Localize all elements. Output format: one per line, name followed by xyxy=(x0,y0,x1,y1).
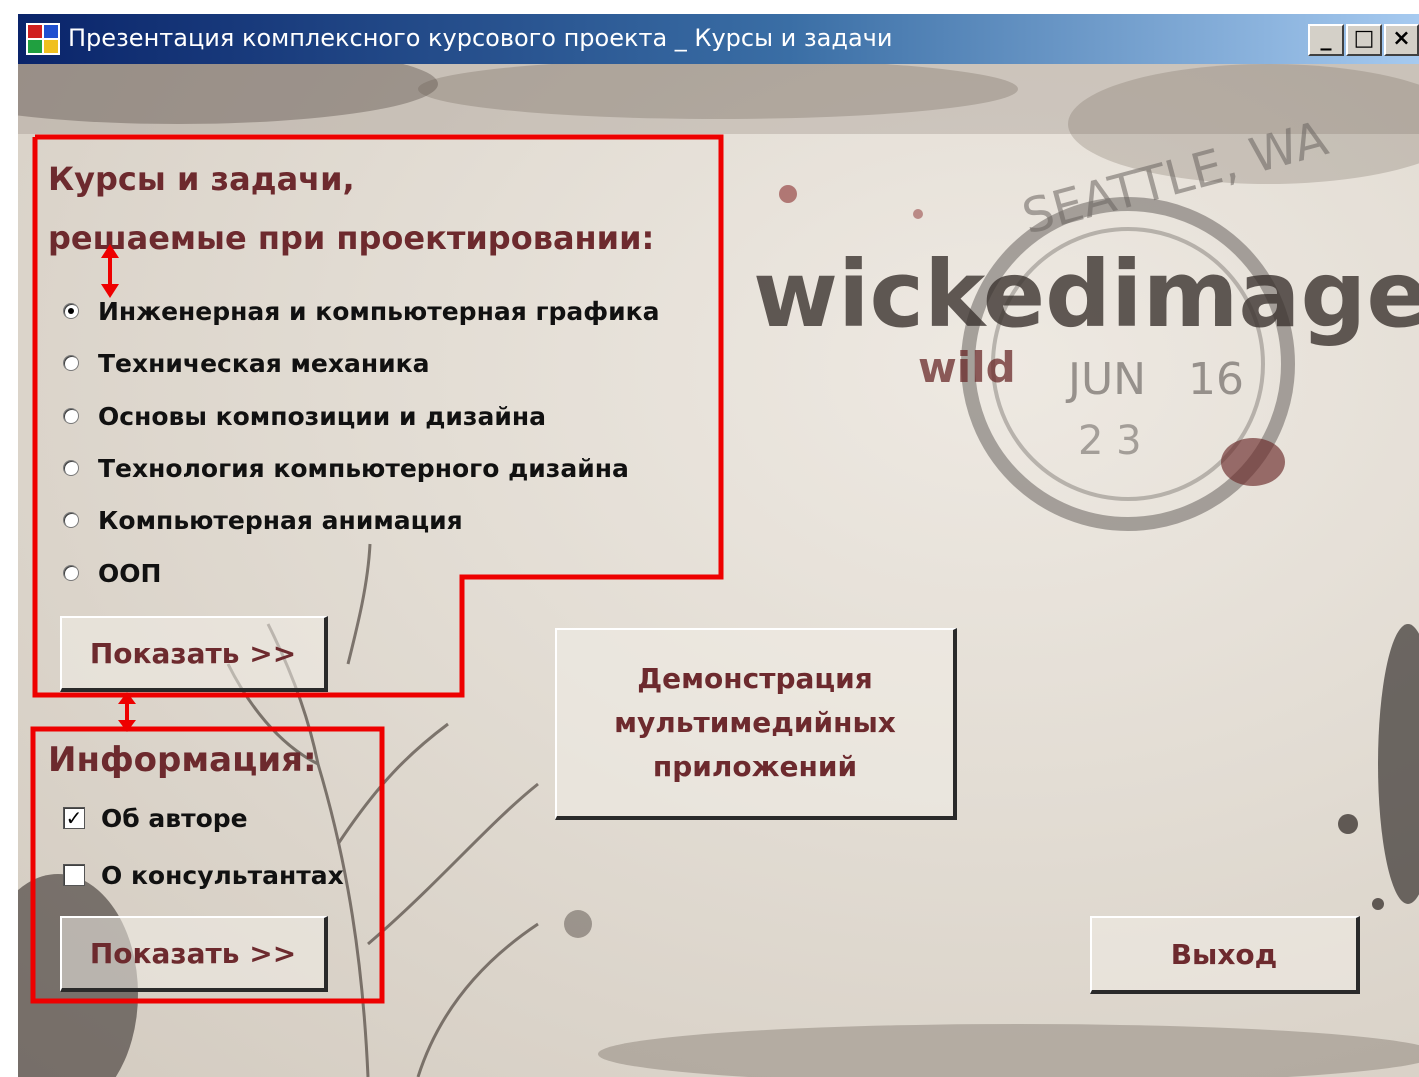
courses-heading-line2: решаемые при проектировании: xyxy=(48,219,655,257)
window-title: Презентация комплексного курсового проек… xyxy=(68,24,893,52)
courses-heading-line1: Курсы и задачи, xyxy=(48,160,355,198)
radio-course-technical-mechanics[interactable]: Техническая механика xyxy=(63,345,429,381)
radio-label: ООП xyxy=(98,558,162,588)
radio-indicator[interactable] xyxy=(63,355,79,371)
radio-label: Технология компьютерного дизайна xyxy=(98,453,629,483)
demo-button-line3: приложений xyxy=(652,750,858,783)
radio-indicator[interactable] xyxy=(63,460,79,476)
radio-label: Инженерная и компьютерная графика xyxy=(98,296,660,326)
radio-course-oop[interactable]: ООП xyxy=(63,555,161,591)
checkbox-about-consultants[interactable]: О консультантах xyxy=(63,857,344,893)
radio-indicator[interactable] xyxy=(63,303,79,319)
title-bar[interactable]: Презентация комплексного курсового проек… xyxy=(18,14,1419,64)
maximize-button[interactable]: □ xyxy=(1346,24,1382,56)
close-button[interactable]: × xyxy=(1384,24,1419,56)
radio-course-engineering-graphics[interactable]: Инженерная и компьютерная графика xyxy=(63,293,659,329)
radio-indicator[interactable] xyxy=(63,408,79,424)
stamp-sub-text: wild xyxy=(918,343,1016,392)
radio-label: Компьютерная анимация xyxy=(98,505,463,535)
radio-label: Техническая механика xyxy=(98,348,430,378)
app-icon xyxy=(26,23,60,55)
radio-course-composition-design[interactable]: Основы композиции и дизайна xyxy=(63,398,546,434)
radio-label: Основы композиции и дизайна xyxy=(98,401,546,431)
demo-button-line2: мультимедийных xyxy=(614,706,896,739)
stamp-month-text: JUN xyxy=(1065,354,1146,405)
info-heading: Информация: xyxy=(48,740,317,780)
checkbox-indicator[interactable]: ✓ xyxy=(63,807,85,829)
stamp-day-text: 16 xyxy=(1188,354,1244,405)
app-window: Презентация комплексного курсового проек… xyxy=(18,14,1419,1077)
demo-multimedia-button[interactable]: Демонстрация мультимедийных приложений xyxy=(555,628,957,820)
stamp-year-text: 2 3 xyxy=(1078,418,1142,464)
show-course-button[interactable]: Показать >> xyxy=(60,616,328,692)
radio-indicator[interactable] xyxy=(63,512,79,528)
checkbox-about-author[interactable]: ✓ Об авторе xyxy=(63,800,248,836)
exit-button[interactable]: Выход xyxy=(1090,916,1360,994)
radio-indicator[interactable] xyxy=(63,565,79,581)
demo-button-line1: Демонстрация xyxy=(637,662,873,695)
stamp-logo-text: wickedimage xyxy=(753,241,1419,348)
minimize-button[interactable]: _ xyxy=(1308,24,1344,56)
show-info-button[interactable]: Показать >> xyxy=(60,916,328,992)
form-client-area: wickedimage wild SEATTLE, WA JUN 16 2 3 … xyxy=(18,64,1419,1077)
radio-course-computer-animation[interactable]: Компьютерная анимация xyxy=(63,502,463,538)
checkbox-indicator[interactable] xyxy=(63,864,85,886)
checkbox-label: Об авторе xyxy=(101,803,248,833)
checkbox-label: О консультантах xyxy=(101,860,344,890)
radio-course-computer-design-tech[interactable]: Технология компьютерного дизайна xyxy=(63,450,629,486)
